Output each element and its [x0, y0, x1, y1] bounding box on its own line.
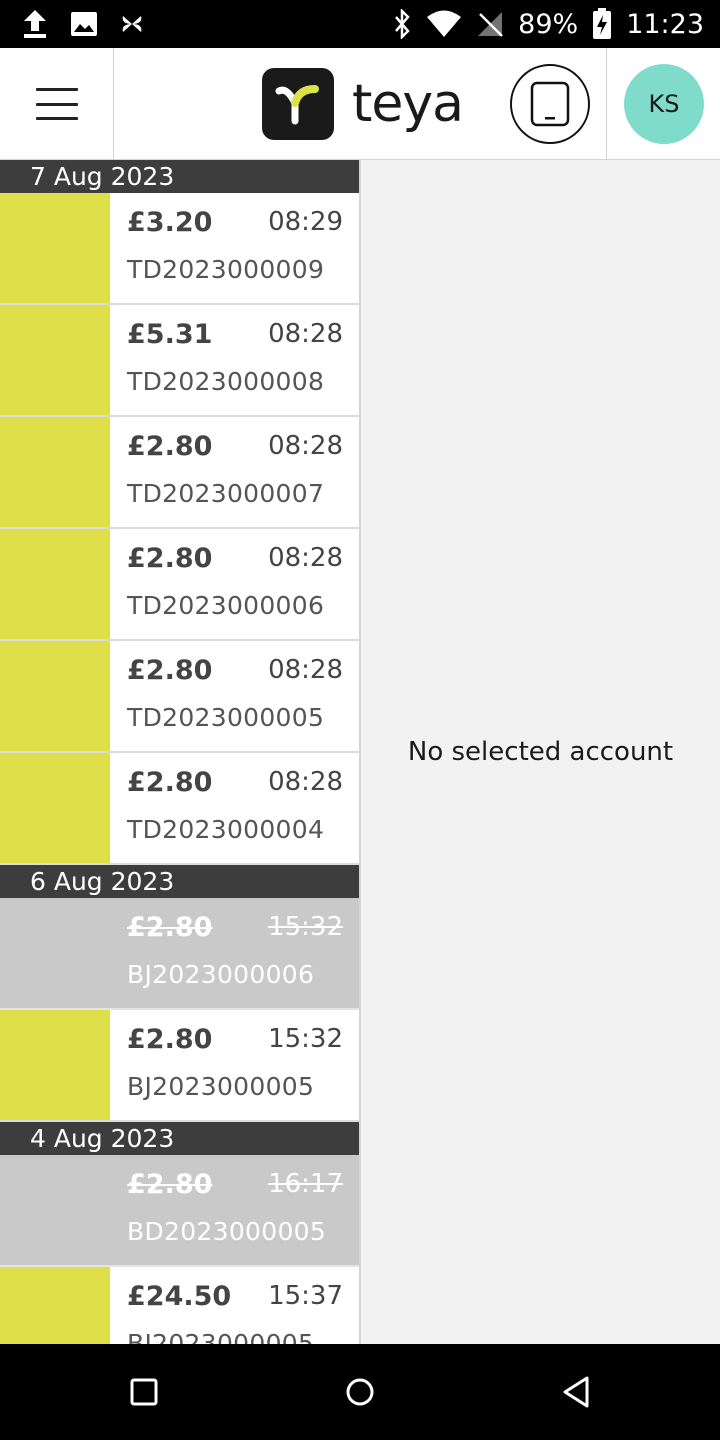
wifi-icon [426, 10, 462, 38]
menu-button[interactable] [0, 48, 114, 160]
transaction-row[interactable]: £5.31 08:28 TD2023000008 [0, 305, 359, 417]
home-button[interactable] [340, 1372, 380, 1412]
back-button[interactable] [556, 1372, 596, 1412]
back-triangle-icon [563, 1376, 589, 1408]
transaction-amount: £2.80 [127, 655, 213, 686]
main-area: 7 Aug 2023 £3.20 08:29 TD2023000009 £5.31 08:… [0, 160, 720, 1344]
transaction-time: 08:29 [268, 207, 343, 237]
transaction-reference: TD2023000004 [127, 815, 325, 844]
transaction-amount: £2.80 [127, 1169, 213, 1200]
transaction-reference: TD2023000005 [127, 703, 325, 732]
transaction-row[interactable]: £3.20 08:29 TD2023000009 [0, 193, 359, 305]
empty-state-message: No selected account [407, 737, 674, 767]
device-button[interactable] [510, 64, 590, 144]
transaction-reference: TD2023000006 [127, 591, 325, 620]
transaction-time: 15:32 [268, 912, 343, 942]
transaction-amount: £3.20 [127, 207, 213, 238]
detail-pane: No selected account [361, 160, 720, 1344]
transaction-row[interactable]: £2.80 08:28 TD2023000006 [0, 529, 359, 641]
date-header: 4 Aug 2023 [0, 1122, 359, 1155]
brand-name: teya [352, 74, 464, 134]
transaction-time: 08:28 [268, 319, 343, 349]
transaction-reference: TD2023000009 [127, 255, 325, 284]
transaction-reference: TD2023000008 [127, 367, 325, 396]
date-header: 6 Aug 2023 [0, 865, 359, 898]
transaction-amount: £2.80 [127, 1024, 213, 1055]
transaction-reference: BD2023000005 [127, 1217, 327, 1246]
status-bar: 89% 11:23 [0, 0, 720, 48]
image-icon [70, 11, 98, 37]
transaction-reference: BJ2023000005 [127, 1329, 315, 1344]
clock: 11:23 [626, 8, 704, 40]
no-signal-icon [476, 10, 504, 38]
transaction-time: 08:28 [268, 655, 343, 685]
status-stripe [0, 305, 110, 415]
app-header: teya KS [0, 48, 720, 160]
hamburger-menu-icon [35, 88, 78, 120]
transaction-row[interactable]: £24.50 15:37 BJ2023000005 [0, 1267, 359, 1344]
transaction-row[interactable]: £2.80 16:17 BD2023000005 [0, 1155, 359, 1267]
transaction-row[interactable]: £2.80 15:32 BJ2023000005 [0, 1010, 359, 1122]
transaction-reference: TD2023000007 [127, 479, 325, 508]
transaction-time: 16:17 [268, 1169, 343, 1199]
transaction-list[interactable]: 7 Aug 2023 £3.20 08:29 TD2023000009 £5.31 08:… [0, 160, 359, 1344]
bluetooth-icon [392, 9, 412, 39]
status-stripe [0, 193, 110, 303]
teya-logo: teya [262, 68, 464, 140]
status-stripe [0, 1267, 110, 1344]
battery-percent: 89% [518, 8, 579, 40]
status-stripe [0, 641, 110, 751]
battery-charging-icon [592, 8, 612, 40]
teya-logo-mark-icon [262, 68, 334, 140]
transaction-amount: £2.80 [127, 767, 213, 798]
tablet-icon [530, 81, 570, 127]
status-bar-left [22, 8, 144, 40]
transaction-time: 08:28 [268, 543, 343, 573]
transaction-amount: £2.80 [127, 543, 213, 574]
upload-icon [22, 9, 48, 39]
transaction-reference: BJ2023000005 [127, 1072, 315, 1101]
transaction-time: 15:37 [268, 1281, 343, 1311]
transaction-row[interactable]: £2.80 08:28 TD2023000004 [0, 753, 359, 865]
transaction-amount: £5.31 [127, 319, 213, 350]
navigation-bar [0, 1344, 720, 1440]
status-stripe [0, 753, 110, 863]
transaction-amount: £2.80 [127, 431, 213, 462]
transaction-amount: £24.50 [127, 1281, 232, 1312]
transaction-time: 15:32 [268, 1024, 343, 1054]
transaction-time: 08:28 [268, 431, 343, 461]
fan-icon [120, 12, 144, 36]
header-divider [606, 48, 607, 160]
transaction-row[interactable]: £2.80 15:32 BJ2023000006 [0, 898, 359, 1010]
status-bar-right: 89% 11:23 [392, 6, 704, 42]
status-stripe [0, 417, 110, 527]
date-header: 7 Aug 2023 [0, 160, 359, 193]
transaction-reference: BJ2023000006 [127, 960, 315, 989]
avatar[interactable]: KS [624, 64, 704, 144]
transaction-row[interactable]: £2.80 08:28 TD2023000005 [0, 641, 359, 753]
home-circle-icon [346, 1378, 374, 1406]
transaction-row[interactable]: £2.80 08:28 TD2023000007 [0, 417, 359, 529]
status-stripe [0, 529, 110, 639]
transaction-amount: £2.80 [127, 912, 213, 943]
transaction-time: 08:28 [268, 767, 343, 797]
recents-square-icon [130, 1378, 158, 1406]
recents-button[interactable] [124, 1372, 164, 1412]
status-stripe [0, 1010, 110, 1120]
